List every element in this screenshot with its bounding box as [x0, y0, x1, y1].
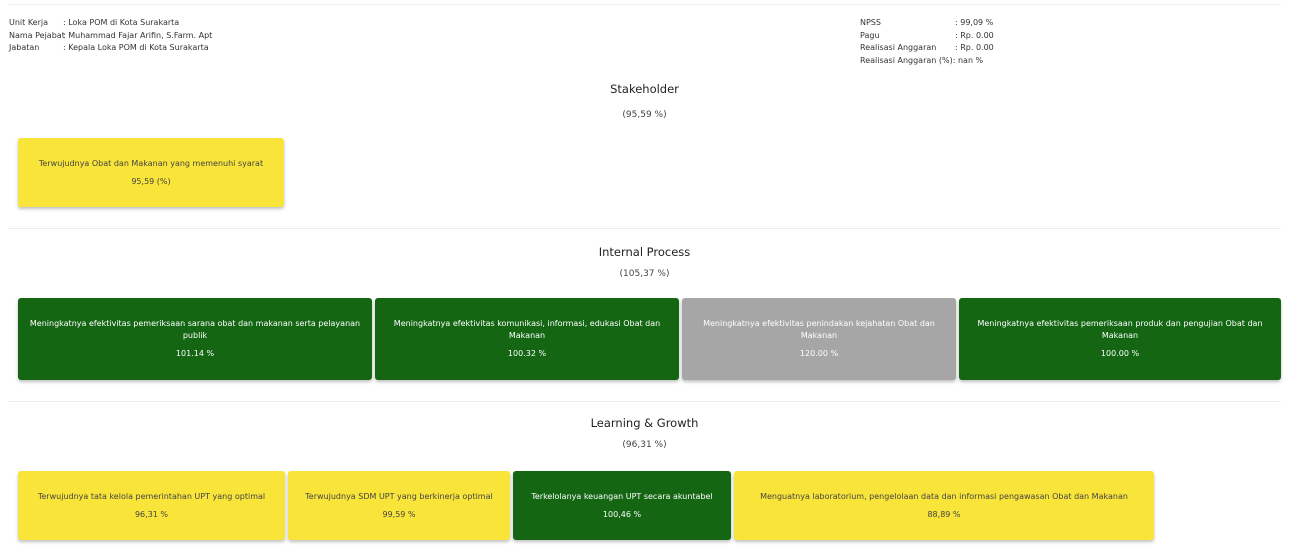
card-title: Terwujudnya tata kelola pemerintahan UPT…: [37, 491, 266, 501]
pagu-label: Pagu: [860, 30, 880, 40]
card-title: Meningkatnya efektivitas pemeriksaan sar…: [29, 319, 361, 340]
card-value: 96,31 %: [134, 510, 169, 519]
unit-info: Unit Kerja : Loka POM di Kota Surakarta N…: [9, 17, 212, 55]
section-score-learning-growth: (96,31 %): [622, 440, 667, 450]
card-value: 100.32 %: [507, 349, 547, 359]
card-value: 100,46 %: [602, 510, 642, 519]
top-divider: [8, 4, 1281, 5]
npss-row: NPSS : 99,09 %: [860, 17, 994, 30]
card-title: Terkelolanya keuangan UPT secara akuntab…: [531, 491, 713, 501]
card-stakeholder-1[interactable]: Terwujudnya Obat dan Makanan yang memenu…: [18, 138, 284, 207]
card-title: Menguatnya laboratorium, pengelolaan dat…: [760, 491, 1128, 501]
realisasi-anggaran-pct-row: Realisasi Anggaran (%): nan %: [860, 55, 994, 68]
card-learning-growth-2[interactable]: Terwujudnya SDM UPT yang berkinerja opti…: [288, 471, 510, 540]
nama-pejabat-value: : Muhammad Fajar Arifin, S.Farm. Apt: [63, 30, 213, 40]
npss-value: : 99,09 %: [955, 18, 994, 27]
pagu-row: Pagu : Rp. 0.00: [860, 30, 994, 43]
card-value: 88,89 %: [927, 510, 961, 519]
card-title: Meningkatnya efektivitas penindakan keja…: [703, 319, 935, 340]
card-value: 100.00 %: [1100, 349, 1140, 359]
realisasi-anggaran-row: Realisasi Anggaran : Rp. 0.00: [860, 42, 994, 55]
jabatan-value: : Kepala Loka POM di Kota Surakarta: [63, 43, 209, 52]
card-internal-process-4[interactable]: Meningkatnya efektivitas pemeriksaan pro…: [959, 298, 1281, 380]
section-divider: [8, 228, 1281, 229]
card-internal-process-3[interactable]: Meningkatnya efektivitas penindakan keja…: [682, 298, 956, 380]
pagu-value: : Rp. 0.00: [955, 30, 994, 40]
jabatan-row: Jabatan : Kepala Loka POM di Kota Surakar…: [9, 42, 212, 55]
card-value: 95,59 (%): [131, 177, 171, 186]
card-internal-process-1[interactable]: Meningkatnya efektivitas pemeriksaan sar…: [18, 298, 372, 380]
card-value: 101.14 %: [175, 349, 215, 359]
section-title-internal-process: Internal Process: [598, 245, 691, 259]
budget-info: NPSS : 99,09 % Pagu : Rp. 0.00 Realisasi A…: [860, 17, 994, 67]
realisasi-anggaran-pct-label: Realisasi Anggaran (%): [860, 55, 953, 65]
card-learning-growth-4[interactable]: Menguatnya laboratorium, pengelolaan dat…: [734, 471, 1154, 540]
npss-label: NPSS: [860, 18, 881, 27]
card-title: Meningkatnya efektivitas pemeriksaan pro…: [977, 319, 1263, 340]
jabatan-label: Jabatan: [9, 43, 40, 52]
unit-kerja-value: : Loka POM di Kota Surakarta: [63, 18, 180, 27]
nama-pejabat-row: Nama Pejabat: Muhammad Fajar Arifin, S.F…: [9, 30, 212, 43]
card-title: Terwujudnya SDM UPT yang berkinerja opti…: [305, 491, 493, 501]
section-title-stakeholder: Stakeholder: [610, 82, 679, 96]
card-value: 120.00 %: [799, 349, 839, 359]
section-divider: [8, 401, 1281, 402]
unit-kerja-label: Unit Kerja: [9, 18, 49, 27]
section-title-learning-growth: Learning & Growth: [590, 416, 699, 430]
realisasi-anggaran-label: Realisasi Anggaran: [860, 43, 937, 52]
card-internal-process-2[interactable]: Meningkatnya efektivitas komunikasi, inf…: [375, 298, 679, 380]
card-title: Meningkatnya efektivitas komunikasi, inf…: [393, 319, 661, 340]
unit-kerja-row: Unit Kerja : Loka POM di Kota Surakarta: [9, 17, 212, 30]
card-title: Terwujudnya Obat dan Makanan yang memenu…: [38, 158, 264, 168]
card-value: 99,59 %: [382, 510, 416, 519]
section-score-internal-process: (105,37 %): [619, 269, 670, 279]
realisasi-anggaran-value: : Rp. 0.00: [955, 43, 994, 52]
nama-pejabat-label: Nama Pejabat: [9, 30, 65, 40]
realisasi-anggaran-pct-value: : nan %: [952, 55, 984, 65]
card-learning-growth-1[interactable]: Terwujudnya tata kelola pemerintahan UPT…: [18, 471, 285, 540]
section-score-stakeholder: (95,59 %): [622, 110, 667, 120]
card-learning-growth-3[interactable]: Terkelolanya keuangan UPT secara akuntab…: [513, 471, 731, 540]
